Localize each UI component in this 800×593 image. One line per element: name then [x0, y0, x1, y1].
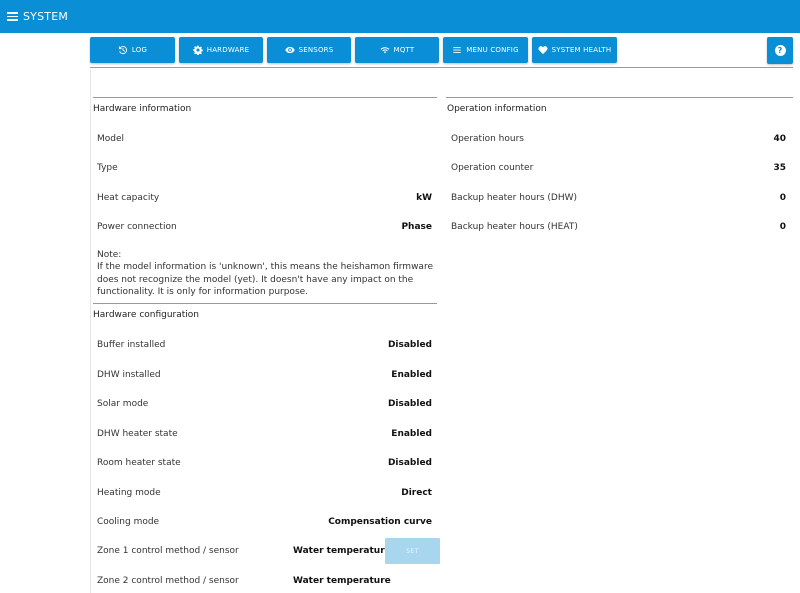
help-icon: ? [774, 45, 786, 56]
gear-icon [192, 45, 203, 55]
zone2-control-label: Zone 2 control method / sensor [97, 576, 239, 586]
row-value: Direct [401, 488, 432, 498]
hardware-info-title: Hardware information [93, 104, 192, 114]
row-value: Compensation curve [328, 517, 432, 527]
row-label: Operation counter [451, 163, 534, 173]
row-label: Cooling mode [97, 517, 160, 527]
history-icon [118, 45, 127, 55]
heart-icon [538, 46, 548, 55]
row-label: Buffer installed [97, 340, 166, 350]
zone2-control-value[interactable]: Water temperature [293, 576, 391, 586]
row-value: 35 [773, 163, 786, 173]
divider [93, 303, 437, 304]
row-value: kW [416, 193, 432, 203]
tab-hardware-label: HARDWARE [206, 46, 250, 54]
hardware-config-row-room-heater: Room heater state Disabled [97, 456, 432, 470]
row-label: Operation hours [451, 134, 524, 144]
row-label: DHW installed [97, 370, 161, 380]
row-label: Heating mode [97, 488, 161, 498]
tab-log-label: LOG [131, 46, 148, 54]
row-value: 0 [779, 193, 786, 203]
hardware-info-row-heat-capacity: Heat capacity kW [97, 191, 432, 205]
row-value: Disabled [387, 340, 432, 350]
row-label: Backup heater hours (HEAT) [451, 222, 578, 232]
zone2-control-row: Zone 2 control method / sensor [97, 574, 287, 588]
page-title: SYSTEM [23, 10, 69, 23]
hardware-info-row-model: Model [97, 132, 432, 146]
hardware-config-row-heating-mode: Heating mode Direct [97, 486, 432, 500]
row-value: 40 [773, 134, 786, 144]
zone1-control-value[interactable]: Water temperature [293, 546, 391, 556]
operation-info-row-hours: Operation hours 40 [451, 132, 786, 146]
hardware-config-title: Hardware configuration [93, 310, 200, 320]
hamburger-menu-icon[interactable] [7, 12, 18, 21]
wifi-icon [380, 47, 389, 54]
tab-mqtt[interactable]: MQTT [355, 37, 439, 63]
hardware-info-row-power-connection: Power connection Phase [97, 220, 432, 234]
operation-info-row-backup-dhw: Backup heater hours (DHW) 0 [451, 191, 786, 205]
tab-menu-config[interactable]: MENU CONFIG [443, 37, 528, 63]
eye-icon [284, 46, 295, 54]
row-value: Enabled [391, 429, 432, 439]
operation-info-row-counter: Operation counter 35 [451, 161, 786, 175]
tab-mqtt-label: MQTT [393, 46, 415, 54]
divider [90, 67, 793, 68]
divider [93, 97, 437, 98]
tab-system-health-label: SYSTEM HEALTH [551, 46, 612, 54]
menu-icon [453, 47, 462, 53]
help-button[interactable]: ? [767, 37, 793, 64]
row-label: DHW heater state [97, 429, 178, 439]
operation-info-row-backup-heat: Backup heater hours (HEAT) 0 [451, 220, 786, 234]
hardware-info-row-type: Type [97, 161, 432, 175]
row-value: Enabled [391, 370, 432, 380]
tab-system-health[interactable]: SYSTEM HEALTH [532, 37, 617, 63]
row-value: Phase [401, 222, 432, 232]
zone1-control-row: Zone 1 control method / sensor [97, 544, 287, 558]
operation-info-title: Operation information [447, 104, 547, 114]
zone1-set-button[interactable]: SET [385, 538, 440, 564]
hardware-config-row-dhw: DHW installed Enabled [97, 368, 432, 382]
hardware-config-row-cooling-mode: Cooling mode Compensation curve [97, 515, 432, 529]
app-header: SYSTEM [0, 0, 800, 33]
row-label: Model [97, 134, 125, 144]
row-label: Room heater state [97, 458, 181, 468]
tab-menu-config-label: MENU CONFIG [466, 46, 519, 54]
model-note: Note: If the model information is 'unkno… [97, 250, 433, 298]
tab-sensors[interactable]: SENSORS [267, 37, 351, 63]
tab-hardware[interactable]: HARDWARE [179, 37, 263, 63]
row-value: Disabled [387, 399, 432, 409]
tab-bar: LOG HARDWARE SENSORS MQTT MENU CONFIG SY… [90, 37, 617, 63]
tab-sensors-label: SENSORS [298, 46, 334, 54]
tab-log[interactable]: LOG [90, 37, 175, 63]
row-label: Solar mode [97, 399, 149, 409]
hardware-config-row-solar: Solar mode Disabled [97, 397, 432, 411]
hardware-config-row-dhw-heater: DHW heater state Enabled [97, 427, 432, 441]
zone1-control-label: Zone 1 control method / sensor [97, 546, 239, 556]
row-label: Heat capacity [97, 193, 160, 203]
divider [446, 97, 793, 98]
content-border [90, 70, 91, 593]
row-value: 0 [779, 222, 786, 232]
row-value: Disabled [387, 458, 432, 468]
row-label: Type [97, 163, 118, 173]
hardware-config-row-buffer: Buffer installed Disabled [97, 338, 432, 352]
row-label: Backup heater hours (DHW) [451, 193, 578, 203]
row-label: Power connection [97, 222, 177, 232]
